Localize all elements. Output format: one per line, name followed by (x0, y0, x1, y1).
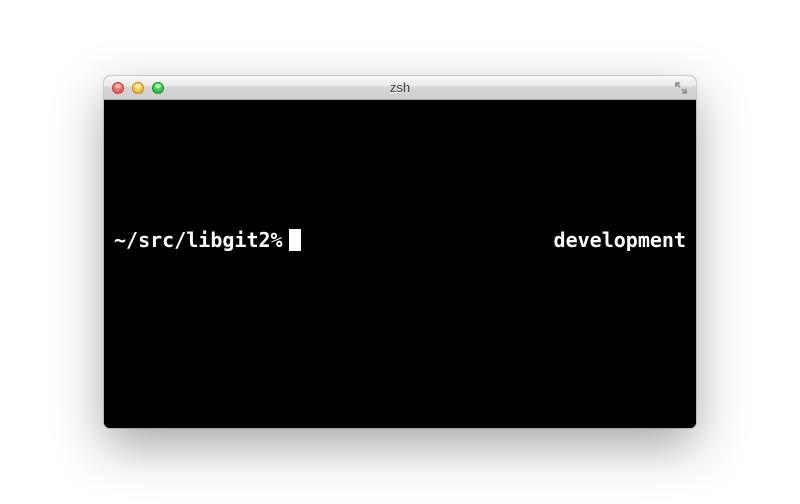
terminal-body[interactable]: ~/src/libgit2% development (104, 100, 696, 428)
fullscreen-icon[interactable] (674, 81, 688, 95)
close-icon[interactable] (112, 82, 124, 94)
titlebar: zsh (104, 76, 696, 100)
zoom-icon[interactable] (152, 82, 164, 94)
prompt-right: development (554, 228, 686, 252)
traffic-lights (112, 82, 164, 94)
minimize-icon[interactable] (132, 82, 144, 94)
terminal-window: zsh ~/src/libgit2% development (104, 76, 696, 428)
cursor-icon (289, 229, 301, 251)
prompt-left: ~/src/libgit2% (114, 228, 301, 252)
prompt-line: ~/src/libgit2% development (114, 228, 686, 252)
window-title: zsh (104, 80, 696, 95)
prompt-path: ~/src/libgit2% (114, 228, 283, 252)
